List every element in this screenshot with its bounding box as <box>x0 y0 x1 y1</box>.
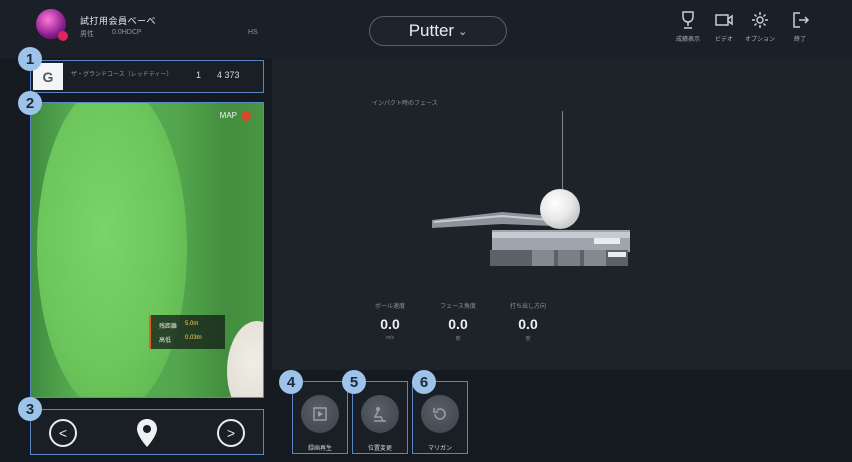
gear-icon <box>752 12 768 28</box>
replay-label: 録画再生 <box>307 446 332 452</box>
stat-launch-direction: 打ち出し方向 0.0 度 <box>502 301 554 342</box>
map-nav-bar: < > <box>30 409 264 455</box>
elevation-value: 0.03m <box>185 335 202 341</box>
replay-icon <box>301 395 339 433</box>
golfer-icon <box>361 395 399 433</box>
callout-5: 5 <box>342 370 366 394</box>
callout-6: 6 <box>412 370 436 394</box>
callout-3: 3 <box>18 397 42 421</box>
stat-value: 0.0 <box>448 316 468 332</box>
putter-face-panel: インパクト時のフェース ボール速度 0.0 m/s フェース角度 0.0 度 打… <box>272 58 852 370</box>
club-label: Putter <box>408 21 455 40</box>
exit-button[interactable]: 終了 <box>782 10 818 52</box>
video-label: ビデオ <box>714 37 733 43</box>
stats-button[interactable]: 成績表示 <box>670 10 706 52</box>
player-gender: 男性 <box>80 31 94 38</box>
trophy-icon <box>682 11 694 29</box>
map-green <box>37 103 187 397</box>
replay-button[interactable]: 録画再生 <box>292 381 348 454</box>
stats-label: 成績表示 <box>675 37 700 43</box>
course-name: ザ・グランドコース（レッドティー） <box>71 72 173 78</box>
options-label: オプション <box>744 37 775 43</box>
distance-value: 5.0m <box>185 321 199 327</box>
status-badge <box>58 31 68 41</box>
club-selector[interactable]: Putter ⌄ <box>369 16 507 46</box>
hole-info-row: G ザ・グランドコース（レッドティー） 1 4 373 <box>30 60 264 93</box>
location-pin-icon[interactable] <box>135 418 159 448</box>
callout-1: 1 <box>18 47 42 71</box>
next-button[interactable]: > <box>217 419 245 447</box>
options-button[interactable]: オプション <box>742 10 778 52</box>
chevron-left-icon: < <box>58 425 68 441</box>
mulligan-icon <box>421 395 459 433</box>
video-button[interactable]: ビデオ <box>706 10 742 52</box>
chevron-right-icon: > <box>226 425 236 441</box>
stat-label: 打ち出し方向 <box>509 304 546 310</box>
reposition-label: 位置変更 <box>367 446 392 452</box>
map-label: MAP <box>219 111 237 120</box>
golf-ball <box>540 189 580 229</box>
elevation-label: 高低 <box>159 338 172 344</box>
callout-2: 2 <box>18 91 42 115</box>
stat-unit: m/s <box>385 335 395 341</box>
video-icon <box>715 14 733 26</box>
stat-face-angle: フェース角度 0.0 度 <box>432 301 484 342</box>
callout-4: 4 <box>279 370 303 394</box>
impact-face-title: インパクト時のフェース <box>372 101 438 107</box>
player-name: 試打用会員ベーべ <box>80 16 157 26</box>
hole-par-yards: 4 373 <box>217 70 240 80</box>
exit-label: 終了 <box>793 37 806 43</box>
prev-button[interactable]: < <box>49 419 77 447</box>
stat-value: 0.0 <box>518 316 538 332</box>
stat-unit: 度 <box>455 336 461 342</box>
distance-readout: 残距離 5.0m 高低 0.03m <box>149 315 225 349</box>
hole-number: 1 <box>196 70 202 80</box>
player-hs: HS <box>248 29 258 36</box>
exit-icon <box>793 12 810 28</box>
putter-head-graphic <box>432 212 630 266</box>
stat-unit: 度 <box>525 336 531 342</box>
stat-label: ボール速度 <box>374 304 405 310</box>
mulligan-label: マリガン <box>427 446 452 452</box>
flag-icon <box>241 111 251 121</box>
player-handicap: 0.0HDCP <box>112 29 142 36</box>
stat-ball-speed: ボール速度 0.0 m/s <box>364 301 416 341</box>
distance-label: 残距離 <box>159 324 178 330</box>
stat-label: フェース角度 <box>440 304 476 310</box>
course-map[interactable]: MAP 残距離 5.0m 高低 0.03m <box>30 102 264 398</box>
aim-line <box>562 111 563 189</box>
chevron-down-icon: ⌄ <box>458 25 468 38</box>
stat-value: 0.0 <box>380 316 400 332</box>
